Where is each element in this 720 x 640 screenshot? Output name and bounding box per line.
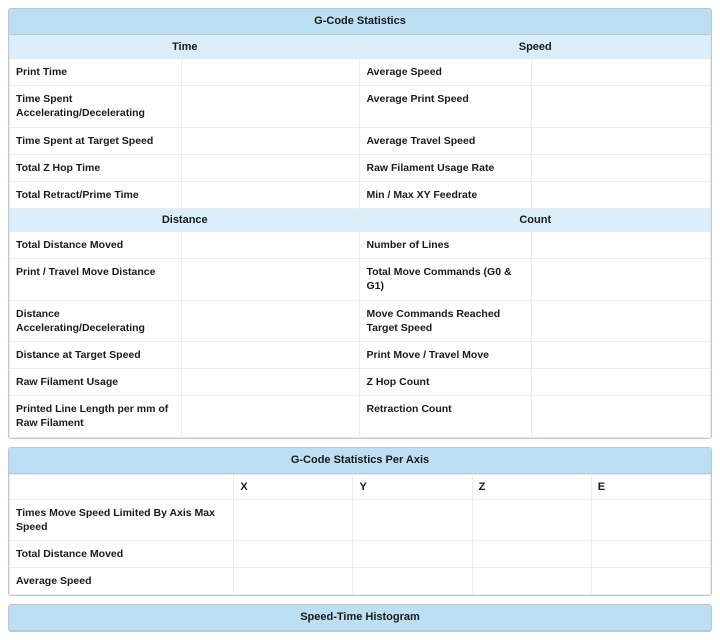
- stat-label: Print Move / Travel Move: [360, 341, 532, 368]
- stat-value: [181, 86, 360, 127]
- stat-label: Move Commands Reached Target Speed: [360, 300, 532, 341]
- stat-value: [181, 396, 360, 437]
- axis-row: Average Speed: [10, 568, 711, 595]
- axis-value: [353, 568, 472, 595]
- gcode-statistics-panel: G-Code Statistics Time Speed Print Time …: [8, 8, 712, 439]
- stat-value: [532, 341, 711, 368]
- stat-label: Total Retract/Prime Time: [10, 181, 182, 208]
- stat-label: Min / Max XY Feedrate: [360, 181, 532, 208]
- axis-header-e: E: [591, 474, 710, 499]
- section-header-count: Count: [360, 209, 711, 232]
- speed-time-histogram-title: Speed-Time Histogram: [9, 605, 711, 631]
- axis-label: Average Speed: [10, 568, 234, 595]
- stat-value: [532, 127, 711, 154]
- axis-header-blank: [10, 474, 234, 499]
- axis-value: [472, 568, 591, 595]
- gcode-per-axis-panel: G-Code Statistics Per Axis X Y Z E Times…: [8, 447, 712, 597]
- stats-row: Printed Line Length per mm of Raw Filame…: [10, 396, 711, 437]
- speed-time-histogram-panel: Speed-Time Histogram: [8, 604, 712, 632]
- axis-value: [591, 540, 710, 567]
- section-header-speed: Speed: [360, 36, 711, 59]
- stat-value: [181, 181, 360, 208]
- axis-value: [234, 540, 353, 567]
- stat-value: [181, 259, 360, 300]
- stats-row: Time Spent at Target Speed Average Trave…: [10, 127, 711, 154]
- stats-row: Distance Accelerating/Decelerating Move …: [10, 300, 711, 341]
- stat-value: [532, 86, 711, 127]
- axis-value: [234, 499, 353, 540]
- stat-value: [181, 232, 360, 259]
- stat-label: Print Time: [10, 59, 182, 86]
- stats-row: Total Distance Moved Number of Lines: [10, 232, 711, 259]
- stats-row: Print / Travel Move Distance Total Move …: [10, 259, 711, 300]
- stat-label: Number of Lines: [360, 232, 532, 259]
- stat-value: [181, 300, 360, 341]
- stat-label: Distance Accelerating/Decelerating: [10, 300, 182, 341]
- stats-row: Raw Filament Usage Z Hop Count: [10, 369, 711, 396]
- stat-value: [181, 127, 360, 154]
- axis-value: [353, 499, 472, 540]
- gcode-per-axis-table: X Y Z E Times Move Speed Limited By Axis…: [9, 474, 711, 596]
- axis-value: [234, 568, 353, 595]
- stat-label: Average Speed: [360, 59, 532, 86]
- gcode-statistics-title: G-Code Statistics: [9, 9, 711, 35]
- axis-row: Times Move Speed Limited By Axis Max Spe…: [10, 499, 711, 540]
- stat-value: [532, 59, 711, 86]
- axis-value: [472, 499, 591, 540]
- stat-label: Print / Travel Move Distance: [10, 259, 182, 300]
- stat-value: [532, 259, 711, 300]
- stats-row: Time Spent Accelerating/Decelerating Ave…: [10, 86, 711, 127]
- stat-value: [532, 396, 711, 437]
- stats-row: Distance at Target Speed Print Move / Tr…: [10, 341, 711, 368]
- stat-label: Printed Line Length per mm of Raw Filame…: [10, 396, 182, 437]
- stat-label: Z Hop Count: [360, 369, 532, 396]
- gcode-statistics-table: Time Speed Print Time Average Speed Time…: [9, 35, 711, 438]
- stats-row: Total Z Hop Time Raw Filament Usage Rate: [10, 154, 711, 181]
- stat-label: Total Distance Moved: [10, 232, 182, 259]
- stat-label: Time Spent Accelerating/Decelerating: [10, 86, 182, 127]
- stats-row: Print Time Average Speed: [10, 59, 711, 86]
- stat-label: Total Move Commands (G0 & G1): [360, 259, 532, 300]
- axis-header-y: Y: [353, 474, 472, 499]
- section-header-time: Time: [10, 36, 360, 59]
- stat-label: Distance at Target Speed: [10, 341, 182, 368]
- axis-header-z: Z: [472, 474, 591, 499]
- axis-header-x: X: [234, 474, 353, 499]
- stat-label: Average Travel Speed: [360, 127, 532, 154]
- stat-value: [181, 341, 360, 368]
- axis-label: Times Move Speed Limited By Axis Max Spe…: [10, 499, 234, 540]
- stats-row: Total Retract/Prime Time Min / Max XY Fe…: [10, 181, 711, 208]
- stat-label: Retraction Count: [360, 396, 532, 437]
- stat-value: [532, 181, 711, 208]
- stat-value: [532, 232, 711, 259]
- stat-label: Raw Filament Usage Rate: [360, 154, 532, 181]
- axis-label: Total Distance Moved: [10, 540, 234, 567]
- stat-value: [181, 59, 360, 86]
- stat-label: Raw Filament Usage: [10, 369, 182, 396]
- stat-value: [181, 154, 360, 181]
- stat-label: Average Print Speed: [360, 86, 532, 127]
- axis-value: [591, 499, 710, 540]
- axis-row: Total Distance Moved: [10, 540, 711, 567]
- stat-value: [181, 369, 360, 396]
- stat-value: [532, 369, 711, 396]
- section-header-distance: Distance: [10, 209, 360, 232]
- axis-value: [353, 540, 472, 567]
- axis-value: [472, 540, 591, 567]
- axis-value: [591, 568, 710, 595]
- stat-label: Time Spent at Target Speed: [10, 127, 182, 154]
- stat-label: Total Z Hop Time: [10, 154, 182, 181]
- stat-value: [532, 300, 711, 341]
- stat-value: [532, 154, 711, 181]
- gcode-per-axis-title: G-Code Statistics Per Axis: [9, 448, 711, 474]
